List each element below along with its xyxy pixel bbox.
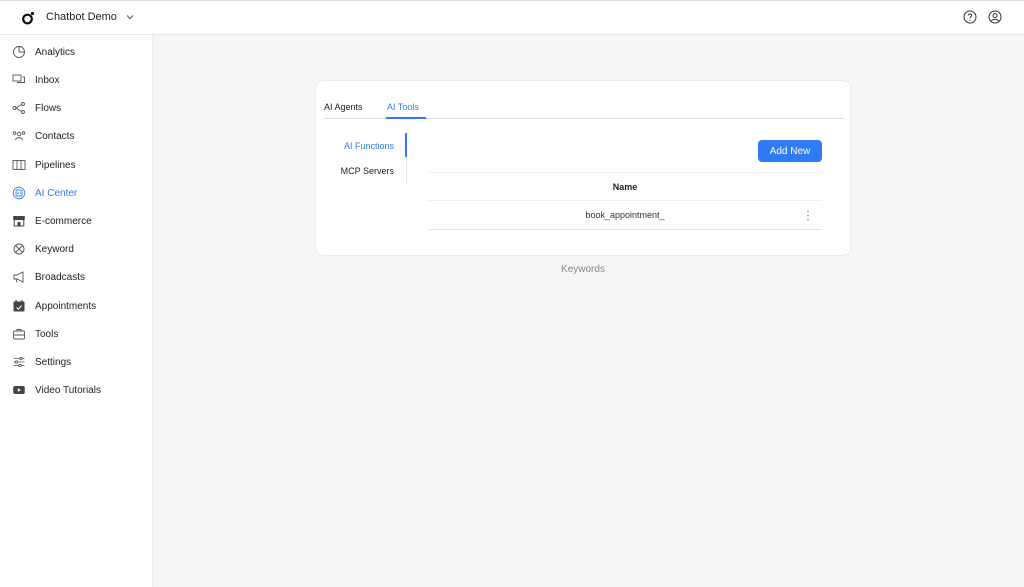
- column-header-name: Name: [428, 172, 822, 201]
- megaphone-icon: [12, 270, 26, 284]
- account-icon[interactable]: [988, 10, 1002, 24]
- sidebar-item-label: AI Center: [35, 187, 78, 199]
- sidebar: Analytics Inbox Flows Contacts Pipelines…: [0, 35, 153, 587]
- active-subtab-indicator: [405, 133, 407, 157]
- contacts-icon: [12, 129, 26, 143]
- more-options-icon[interactable]: [806, 210, 810, 221]
- functions-table: Name book_appointment_: [428, 172, 822, 230]
- ai-center-icon: [12, 186, 26, 200]
- tab-ai-tools[interactable]: AI Tools: [387, 102, 419, 112]
- analytics-icon: [12, 45, 26, 59]
- store-icon: [12, 214, 26, 228]
- sidebar-item-pipelines[interactable]: Pipelines: [12, 155, 76, 175]
- youtube-icon: [12, 383, 26, 397]
- sidebar-item-label: Settings: [35, 356, 72, 368]
- sidebar-item-inbox[interactable]: Inbox: [12, 70, 59, 90]
- main-tabs: AI Agents AI Tools: [324, 99, 844, 119]
- sidebar-item-flows[interactable]: Flows: [12, 98, 61, 118]
- sidebar-item-appointments[interactable]: Appointments: [12, 296, 96, 316]
- workspace-switcher[interactable]: Chatbot Demo: [46, 11, 135, 23]
- function-name: book_appointment_: [585, 210, 665, 220]
- sidebar-item-label: Tools: [35, 328, 59, 340]
- help-icon[interactable]: [963, 10, 977, 24]
- keywords-label: Keywords: [561, 264, 605, 275]
- sidebar-item-keyword[interactable]: Keyword: [12, 239, 74, 259]
- sidebar-item-label: Flows: [35, 102, 62, 114]
- sidebar-item-contacts[interactable]: Contacts: [12, 126, 74, 146]
- subtab-mcp-servers[interactable]: MCP Servers: [341, 166, 394, 176]
- workspace-name: Chatbot Demo: [46, 11, 117, 23]
- add-new-button[interactable]: Add New: [758, 140, 822, 162]
- inbox-icon: [12, 73, 26, 87]
- sidebar-item-label: Video Tutorials: [35, 384, 101, 396]
- sidebar-item-analytics[interactable]: Analytics: [12, 42, 75, 62]
- table-row[interactable]: book_appointment_: [428, 201, 822, 230]
- sidebar-item-settings[interactable]: Settings: [12, 352, 71, 372]
- pipelines-icon: [12, 158, 26, 172]
- tab-ai-agents[interactable]: AI Agents: [324, 102, 363, 112]
- subtab-list: AI Functions MCP Servers: [334, 133, 407, 183]
- sidebar-item-label: Appointments: [35, 300, 97, 312]
- ai-tools-card: AI Agents AI Tools AI Functions MCP Serv…: [315, 80, 851, 256]
- sidebar-item-label: E-commerce: [35, 215, 92, 227]
- sidebar-item-video-tutorials[interactable]: Video Tutorials: [12, 380, 101, 400]
- logo-icon[interactable]: [21, 11, 35, 25]
- sidebar-item-broadcasts[interactable]: Broadcasts: [12, 267, 85, 287]
- top-bar: Chatbot Demo: [0, 0, 1024, 35]
- calendar-icon: [12, 299, 26, 313]
- sidebar-item-tools[interactable]: Tools: [12, 324, 58, 344]
- sidebar-item-label: Keyword: [35, 243, 74, 255]
- sidebar-item-label: Broadcasts: [35, 271, 86, 283]
- subtab-ai-functions[interactable]: AI Functions: [344, 141, 394, 151]
- sidebar-item-label: Contacts: [35, 130, 75, 142]
- keyword-icon: [12, 242, 26, 256]
- active-tab-indicator: [386, 117, 426, 119]
- chevron-down-icon: [125, 12, 135, 22]
- sidebar-item-label: Analytics: [35, 46, 76, 58]
- flows-icon: [12, 101, 26, 115]
- sidebar-item-label: Inbox: [35, 74, 60, 86]
- sidebar-item-label: Pipelines: [35, 159, 76, 171]
- sidebar-item-ai-center[interactable]: AI Center: [12, 183, 77, 203]
- toolbox-icon: [12, 327, 26, 341]
- sidebar-item-e-commerce[interactable]: E-commerce: [12, 211, 92, 231]
- sliders-icon: [12, 355, 26, 369]
